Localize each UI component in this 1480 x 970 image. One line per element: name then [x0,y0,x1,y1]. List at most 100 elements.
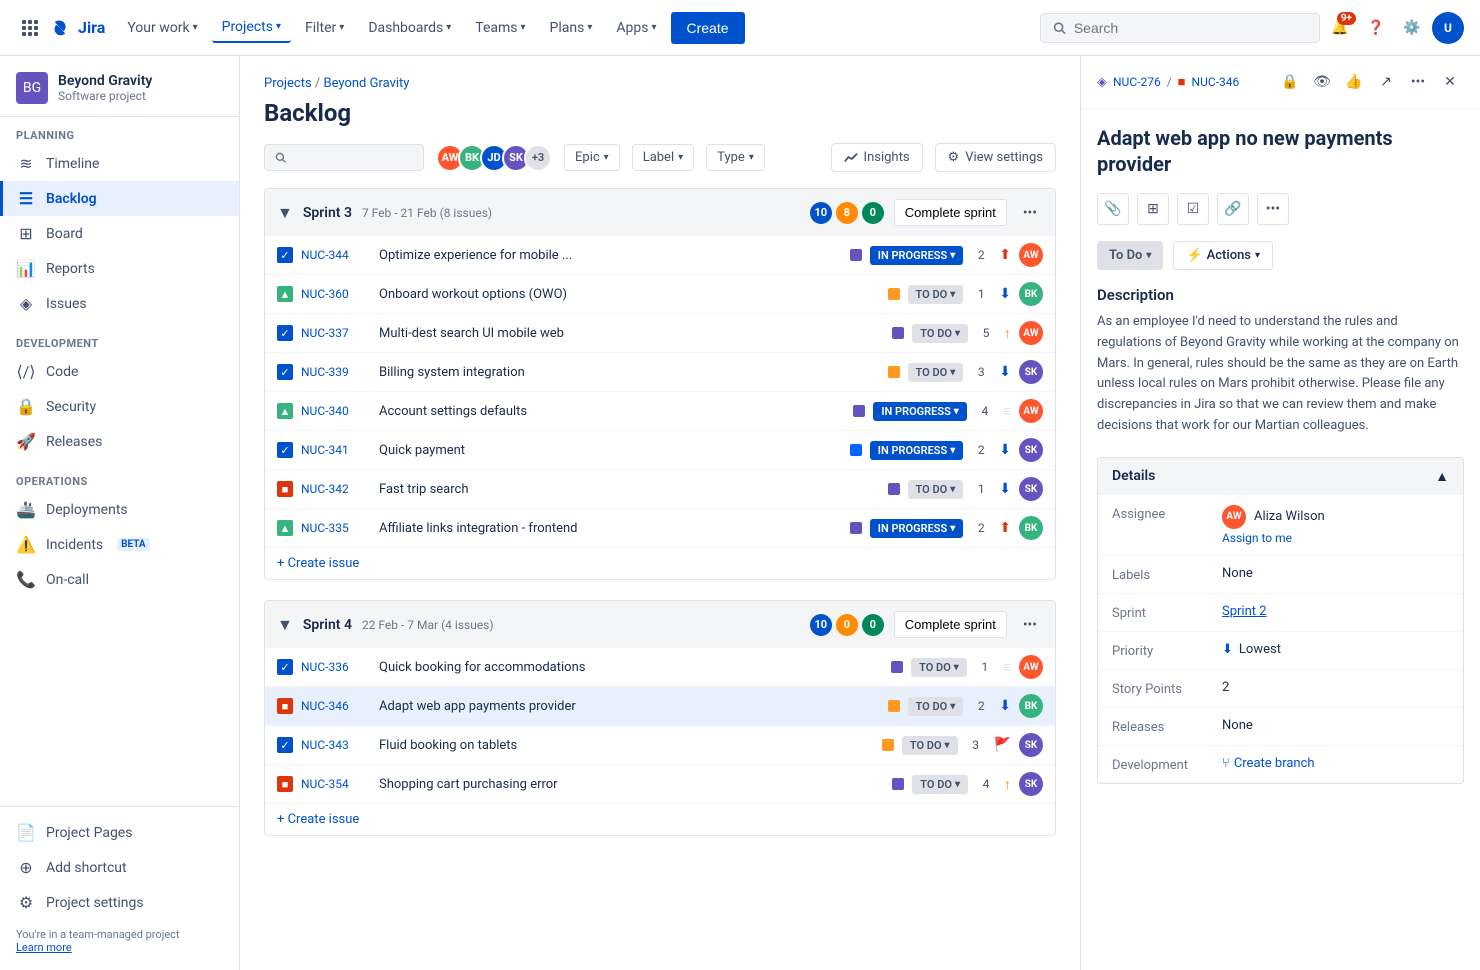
sprint-row: Sprint Sprint 2 [1098,594,1463,632]
issue-row-nuc336[interactable]: ✓ NUC-336 Quick booking for accommodatio… [265,648,1055,687]
issue-row-nuc360[interactable]: ▲ NUC-360 Onboard workout options (OWO) … [265,275,1055,314]
sidebar-item-deployments[interactable]: 🚢 Deployments [0,492,239,527]
create-button[interactable]: Create [671,12,745,44]
assign-me-link[interactable]: Assign to me [1222,531,1449,545]
insights-button[interactable]: Insights [831,143,923,172]
sidebar-item-timeline[interactable]: ≋ Timeline [0,146,239,181]
sprint-value[interactable]: Sprint 2 [1222,604,1449,619]
backlog-search[interactable] [264,144,424,171]
issue-status-todo[interactable]: TO DO ▾ [912,775,968,794]
detail-current-link[interactable]: NUC-346 [1192,75,1240,89]
help-button[interactable]: ❓ [1360,12,1392,44]
sprint3-toggle[interactable]: ▼ [277,203,293,223]
sprint4-complete-button[interactable]: Complete sprint [894,611,1007,638]
view-settings-button[interactable]: ⚙ View settings [935,143,1056,172]
sidebar-item-releases[interactable]: 🚀 Releases [0,424,239,459]
grid-icon[interactable] [16,14,44,42]
sidebar-item-issues[interactable]: ◈ Issues [0,286,239,321]
incidents-icon: ⚠️ [16,535,36,554]
issue-row-nuc335[interactable]: ▲ NUC-335 Affiliate links integration - … [265,509,1055,548]
issue-row-nuc346[interactable]: ■ NUC-346 Adapt web app payments provide… [265,687,1055,726]
issue-row-nuc339[interactable]: ✓ NUC-339 Billing system integration TO … [265,353,1055,392]
checklist-icon[interactable]: ☑ [1177,193,1209,225]
learn-more-link[interactable]: Learn more [16,941,72,954]
issue-status-todo[interactable]: TO DO ▾ [902,736,958,755]
issue-status-todo[interactable]: TO DO ▾ [908,285,964,304]
status-button[interactable]: To Do ▾ [1097,241,1163,270]
dashboards-menu[interactable]: Dashboards ▾ [358,14,461,42]
issue-status-inprogress[interactable]: IN PROGRESS ▾ [870,246,963,265]
priority-medium-icon: ↑ [1004,776,1011,793]
sidebar-item-reports[interactable]: 📊 Reports [0,251,239,286]
label-filter[interactable]: Label ▾ [632,144,694,171]
thumbsup-icon[interactable]: 👍 [1340,68,1368,96]
issue-row-nuc344[interactable]: ✓ NUC-344 Optimize experience for mobile… [265,236,1055,275]
projects-menu[interactable]: Projects ▾ [212,13,291,43]
issue-status-inprogress[interactable]: IN PROGRESS ▾ [870,519,963,538]
sprint4-toggle[interactable]: ▼ [277,615,293,635]
issue-status-todo[interactable]: TO DO ▾ [912,324,968,343]
issue-row-nuc342[interactable]: ■ NUC-342 Fast trip search TO DO ▾ 1 ⬇ S… [265,470,1055,509]
breadcrumb-projects[interactable]: Projects [264,76,312,91]
link-icon[interactable]: 🔗 [1217,193,1249,225]
issue-row-nuc354[interactable]: ■ NUC-354 Shopping cart purchasing error… [265,765,1055,804]
backlog-search-input[interactable] [294,150,413,165]
actions-button[interactable]: ⚡ Actions ▾ [1173,241,1273,270]
sprint4-more-button[interactable]: ••• [1017,615,1043,635]
sidebar-item-board[interactable]: ⊞ Board [0,216,239,251]
watch-icon[interactable]: 👁 [1308,68,1336,96]
issue-points: 2 [971,443,991,457]
sprint3-create-issue[interactable]: + Create issue [265,548,1055,579]
sprint3-more-button[interactable]: ••• [1017,203,1043,223]
search-input[interactable] [1074,20,1307,36]
type-filter[interactable]: Type ▾ [706,144,765,171]
child-issues-icon[interactable]: ⊞ [1137,193,1169,225]
epic-filter[interactable]: Epic ▾ [564,144,620,171]
attachment-icon[interactable]: 📎 [1097,193,1129,225]
teams-menu[interactable]: Teams ▾ [465,14,535,42]
jira-logo[interactable]: Jira [48,16,105,40]
lock-icon[interactable]: 🔒 [1276,68,1304,96]
footer-text: You're in a team-managed project Learn m… [0,920,239,962]
issue-status-inprogress[interactable]: IN PROGRESS ▾ [873,402,966,421]
issue-avatar: SK [1019,438,1043,462]
sidebar-item-backlog[interactable]: ☰ Backlog [0,181,239,216]
search-bar[interactable] [1040,13,1320,43]
issue-row-nuc340[interactable]: ▲ NUC-340 Account settings defaults IN P… [265,392,1055,431]
share-icon[interactable]: ↗ [1372,68,1400,96]
user-avatar[interactable]: U [1432,12,1464,44]
create-branch-link[interactable]: ⑂ Create branch [1222,756,1449,771]
sidebar-item-project-pages[interactable]: 📄 Project Pages [0,815,239,850]
issue-row-nuc337[interactable]: ✓ NUC-337 Multi-dest search UI mobile we… [265,314,1055,353]
detail-top-actions: 🔒 👁 👍 ↗ ••• ✕ [1276,68,1464,96]
issue-row-nuc343[interactable]: ✓ NUC-343 Fluid booking on tablets TO DO… [265,726,1055,765]
issue-status-inprogress[interactable]: IN PROGRESS ▾ [870,441,963,460]
sidebar-item-project-settings[interactable]: ⚙ Project settings [0,885,239,920]
filter-menu[interactable]: Filter ▾ [295,14,354,42]
detail-parent-link[interactable]: NUC-276 [1113,75,1161,89]
issue-status-todo[interactable]: TO DO ▾ [908,480,964,499]
issue-status-todo[interactable]: TO DO ▾ [908,363,964,382]
sidebar-item-oncall[interactable]: 📞 On-call [0,562,239,597]
details-header[interactable]: Details ▲ [1098,458,1463,495]
plans-menu[interactable]: Plans ▾ [540,14,603,42]
avatar-more[interactable]: +3 [524,144,552,172]
sidebar-item-security[interactable]: 🔒 Security [0,389,239,424]
more-icon[interactable]: ••• [1404,68,1432,96]
sprint3-complete-button[interactable]: Complete sprint [894,199,1007,226]
issue-row-nuc341[interactable]: ✓ NUC-341 Quick payment IN PROGRESS ▾ 2 … [265,431,1055,470]
sidebar-item-code[interactable]: ⟨/⟩ Code [0,354,239,389]
apps-menu[interactable]: Apps ▾ [606,14,666,42]
issue-status-todo[interactable]: TO DO ▾ [911,658,967,677]
sidebar-item-add-shortcut[interactable]: ⊕ Add shortcut [0,850,239,885]
notifications-button[interactable]: 🔔 9+ [1324,12,1356,44]
breadcrumb-beyond-gravity[interactable]: Beyond Gravity [324,76,410,91]
close-icon[interactable]: ✕ [1436,68,1464,96]
sprint4-create-issue[interactable]: + Create issue [265,804,1055,835]
issue-status-todo[interactable]: TO DO ▾ [908,697,964,716]
more-options-icon[interactable]: ••• [1257,193,1289,225]
issue-points: 4 [975,404,995,418]
your-work-menu[interactable]: Your work ▾ [117,14,207,42]
settings-button[interactable]: ⚙️ [1396,12,1428,44]
sidebar-item-incidents[interactable]: ⚠️ Incidents BETA [0,527,239,562]
